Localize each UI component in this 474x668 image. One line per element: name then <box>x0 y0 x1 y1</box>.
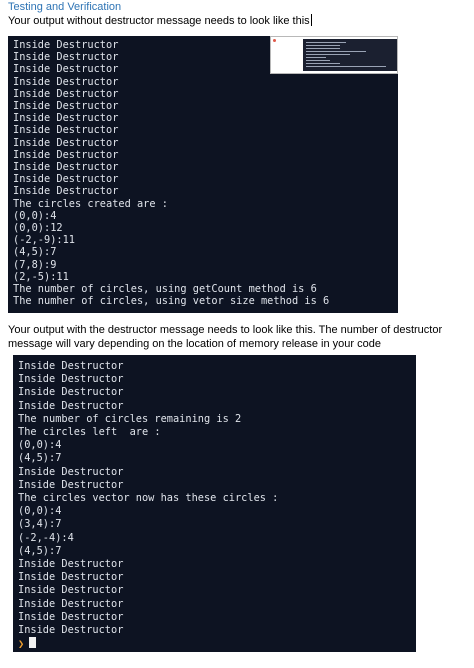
prompt-icon: ❯ <box>18 638 25 651</box>
terminal-line: The numher of circles, using vetor size … <box>13 295 330 308</box>
terminal-cursor <box>29 637 37 649</box>
terminal-line: Inside Destructor <box>18 597 124 610</box>
terminal-line: (-2,-4):4 <box>18 531 74 544</box>
terminal-line: The circles vector now has these circles… <box>18 492 279 505</box>
terminal-line: Inside Destructor <box>18 558 124 571</box>
terminal-line: The number of circles, using getCount me… <box>13 283 317 296</box>
terminal-line: (0,0):4 <box>18 439 62 452</box>
screenshot-thumbnail <box>270 36 398 74</box>
terminal-output-with-destructor: Inside Destructor Inside Destructor Insi… <box>13 355 416 652</box>
terminal-line: (-2,-9):11 <box>13 234 75 247</box>
terminal-line: Inside Destructor <box>13 136 119 149</box>
terminal-line: Inside Destructor <box>13 124 119 137</box>
terminal-line: Inside Destructor <box>18 399 124 412</box>
terminal-line: (0,0):12 <box>13 222 63 235</box>
terminal-output-without-destructor: Inside Destructor Inside Destructor Insi… <box>8 36 398 313</box>
thumbnail-terminal-preview <box>303 39 397 71</box>
terminal-line: Inside Destructor <box>13 87 119 100</box>
terminal-line: Inside Destructor <box>18 360 124 372</box>
terminal-line: (4,5):7 <box>18 544 62 557</box>
terminal-prompt-line[interactable]: ❯ <box>18 637 416 651</box>
section-heading: Testing and Verification <box>8 1 122 13</box>
terminal-line: (4,5):7 <box>13 246 57 259</box>
intro-text: Your output without destructor message n… <box>8 15 310 27</box>
terminal-line: Inside Destructor <box>18 386 124 399</box>
terminal-line: Inside Destructor <box>13 161 119 174</box>
terminal-line: Inside Destructor <box>13 100 119 113</box>
close-dot-icon <box>273 39 276 42</box>
terminal-line: Inside Destructor <box>13 75 119 88</box>
terminal-line: Inside Destructor <box>18 610 124 623</box>
terminal-line: Inside Destructor <box>13 173 119 186</box>
terminal-line: Inside Destructor <box>13 112 119 125</box>
terminal-line: (7,8):9 <box>13 258 57 271</box>
terminal-line: The number of circles remaining is 2 <box>18 412 242 425</box>
terminal-line: (0,0):4 <box>18 505 62 518</box>
terminal-line: Inside Destructor <box>18 571 124 584</box>
terminal-line: Inside Destructor <box>18 624 124 637</box>
terminal-line: Inside Destructor <box>13 148 119 161</box>
terminal-line: (2,-5):11 <box>13 270 69 283</box>
terminal-line: (0,0):4 <box>13 209 57 222</box>
terminal-line: Inside Destructor <box>18 478 124 491</box>
second-paragraph: Your output with the destructor message … <box>8 324 443 350</box>
terminal-line: Inside Destructor <box>18 584 124 597</box>
terminal-line: (3,4):7 <box>18 518 62 531</box>
terminal-line: The circles left are : <box>18 426 161 439</box>
terminal-line: Inside Destructor <box>18 465 124 478</box>
terminal-line: Inside Destructor <box>18 373 124 386</box>
terminal-line: Inside Destructor <box>13 185 119 198</box>
intro-paragraph: Your output without destructor message n… <box>8 14 312 28</box>
terminal-line: The circles created are : <box>13 197 168 210</box>
text-caret <box>310 14 312 26</box>
terminal-line: (4,5):7 <box>18 452 62 465</box>
